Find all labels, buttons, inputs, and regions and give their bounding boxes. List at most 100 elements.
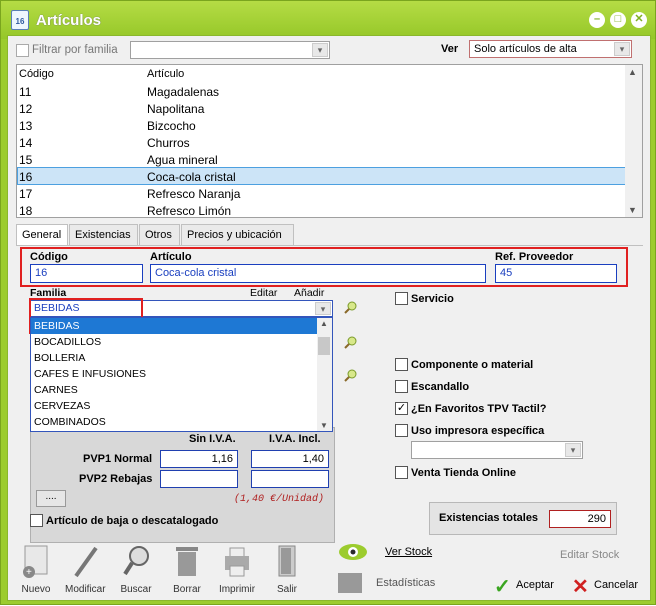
componente-label: Componente o material: [411, 359, 534, 371]
eye-icon: [338, 542, 368, 565]
title-bar[interactable]: 16 Artículos – □ ✕: [1, 1, 655, 39]
unit-price-note: (1,40 €/Unidad): [234, 494, 325, 505]
familia-option[interactable]: COMBINADOS: [31, 414, 317, 430]
list-item[interactable]: 13 Bizcocho: [17, 117, 626, 134]
codigo-field[interactable]: 16: [30, 264, 143, 283]
servicio-label: Servicio: [411, 293, 454, 305]
venta-online-label: Venta Tienda Online: [411, 467, 516, 479]
chevron-up-icon[interactable]: ▲: [320, 319, 328, 328]
iva-incl-label: I.V.A. Incl.: [269, 433, 321, 445]
sin-iva-label: Sin I.V.A.: [189, 433, 236, 445]
pen-icon: [70, 544, 100, 580]
borrar-button[interactable]: Borrar: [167, 544, 207, 606]
baja-label: Artículo de baja o descatalogado: [46, 515, 219, 527]
pvp1-iva-incl-field[interactable]: 1,40: [251, 450, 329, 468]
escandallo-checkbox[interactable]: [395, 380, 408, 393]
articulo-label: Artículo: [150, 251, 192, 263]
calendar-app-icon: 16: [11, 10, 29, 30]
familia-option[interactable]: CAFES E INFUSIONES: [31, 366, 317, 382]
exit-door-icon: [272, 544, 302, 580]
servicio-checkbox[interactable]: [395, 292, 408, 305]
editar-familia-link[interactable]: Editar: [250, 287, 277, 299]
buscar-button[interactable]: Buscar: [116, 544, 156, 606]
favoritos-label: ¿En Favoritos TPV Tactil?: [411, 403, 547, 415]
list-item[interactable]: 15 Agua mineral: [17, 151, 626, 168]
lookup-icon[interactable]: [344, 368, 358, 382]
familia-option[interactable]: BOCADILLOS: [31, 334, 317, 350]
componente-checkbox[interactable]: [395, 358, 408, 371]
cross-icon: ✕: [572, 576, 589, 598]
anadir-familia-link[interactable]: Añadir: [294, 287, 324, 299]
new-document-icon: +: [21, 544, 51, 580]
familia-option[interactable]: CARNES: [31, 382, 317, 398]
tab-otros[interactable]: Otros: [139, 224, 180, 246]
tab-general[interactable]: General: [16, 224, 68, 246]
statistics-icon: [338, 573, 362, 593]
dropdown-scrollbar[interactable]: ▲ ▼: [317, 318, 332, 431]
codigo-label: Código: [30, 251, 68, 263]
filter-family-checkbox[interactable]: [16, 44, 29, 57]
familia-option[interactable]: BOLLERIA: [31, 350, 317, 366]
more-button[interactable]: ....: [36, 490, 66, 507]
editar-stock-link[interactable]: Editar Stock: [560, 549, 619, 561]
filter-family-select[interactable]: ▾: [130, 41, 330, 59]
familia-option[interactable]: BEBIDAS: [31, 318, 317, 334]
trash-icon: [172, 544, 202, 580]
tab-existencias[interactable]: Existencias: [69, 224, 138, 246]
familia-option[interactable]: CERVEZAS: [31, 398, 317, 414]
ver-select[interactable]: Solo artículos de alta ▾: [469, 40, 632, 58]
articulo-field[interactable]: Coca-cola cristal: [150, 264, 486, 283]
close-button[interactable]: ✕: [631, 12, 647, 28]
list-item[interactable]: 14 Churros: [17, 134, 626, 151]
lookup-icon[interactable]: [344, 300, 358, 314]
column-header-articulo[interactable]: Artículo: [147, 68, 184, 80]
existencias-value: 290: [549, 510, 611, 528]
ref-proveedor-field[interactable]: 45: [495, 264, 617, 283]
list-item[interactable]: 12 Napolitana: [17, 100, 626, 117]
articles-list[interactable]: Código Artículo 11 Magadalenas 12 Napolita…: [16, 64, 643, 218]
scroll-thumb[interactable]: [318, 337, 330, 355]
chevron-down-icon[interactable]: ▼: [320, 421, 328, 430]
familia-dropdown-list[interactable]: BEBIDAS BOCADILLOS BOLLERIA CAFES E INFU…: [30, 317, 333, 432]
aceptar-button[interactable]: ✓ Aceptar: [494, 574, 554, 598]
list-item-selected[interactable]: 16 Coca-cola cristal: [17, 167, 626, 185]
pvp1-sin-iva-field[interactable]: 1,16: [160, 450, 238, 468]
impresora-label: Uso impresora específica: [411, 425, 545, 437]
column-header-codigo[interactable]: Código: [19, 68, 54, 80]
impresora-checkbox[interactable]: [395, 424, 408, 437]
ver-stock-link[interactable]: Ver Stock: [385, 546, 432, 558]
lookup-icon[interactable]: [344, 335, 358, 349]
minimize-button[interactable]: –: [589, 12, 605, 28]
filter-family-label: Filtrar por familia: [32, 44, 118, 56]
check-icon: ✓: [494, 576, 511, 598]
existencias-box: Existencias totales 290: [429, 502, 617, 535]
favoritos-checkbox[interactable]: ✓: [395, 402, 408, 415]
maximize-button[interactable]: □: [610, 12, 626, 28]
chevron-up-icon[interactable]: ▲: [628, 67, 637, 77]
imprimir-button[interactable]: Imprimir: [217, 544, 257, 606]
list-item[interactable]: 11 Magadalenas: [17, 83, 626, 100]
modificar-button[interactable]: Modificar: [65, 544, 106, 606]
chevron-down-icon[interactable]: ▼: [628, 205, 637, 215]
list-item[interactable]: 17 Refresco Naranja: [17, 185, 626, 202]
list-item[interactable]: 18 Refresco Limón: [17, 202, 626, 217]
ver-select-value: Solo artículos de alta: [474, 43, 577, 55]
articulos-window: 16 Artículos – □ ✕ Filtrar por familia ▾…: [0, 0, 656, 605]
list-scrollbar[interactable]: ▲ ▼: [625, 65, 642, 217]
printer-icon: [222, 544, 252, 580]
ver-label: Ver: [441, 43, 459, 55]
pvp2-iva-incl-field[interactable]: [251, 470, 329, 488]
salir-button[interactable]: Salir: [267, 544, 307, 606]
pvp2-sin-iva-field[interactable]: [160, 470, 238, 488]
chevron-down-icon: ▾: [614, 42, 630, 56]
pvp2-label: PVP2 Rebajas: [79, 473, 153, 485]
estadisticas-link[interactable]: Estadísticas: [376, 577, 435, 589]
chevron-down-icon: ▾: [565, 443, 581, 457]
impresora-select[interactable]: ▾: [411, 441, 583, 459]
tab-precios-ubicacion[interactable]: Precios y ubicación: [181, 224, 294, 246]
chevron-down-icon: ▾: [315, 302, 331, 315]
baja-checkbox[interactable]: [30, 514, 43, 527]
venta-online-checkbox[interactable]: [395, 466, 408, 479]
cancelar-button[interactable]: ✕ Cancelar: [572, 574, 644, 598]
nuevo-button[interactable]: + Nuevo: [16, 544, 56, 606]
